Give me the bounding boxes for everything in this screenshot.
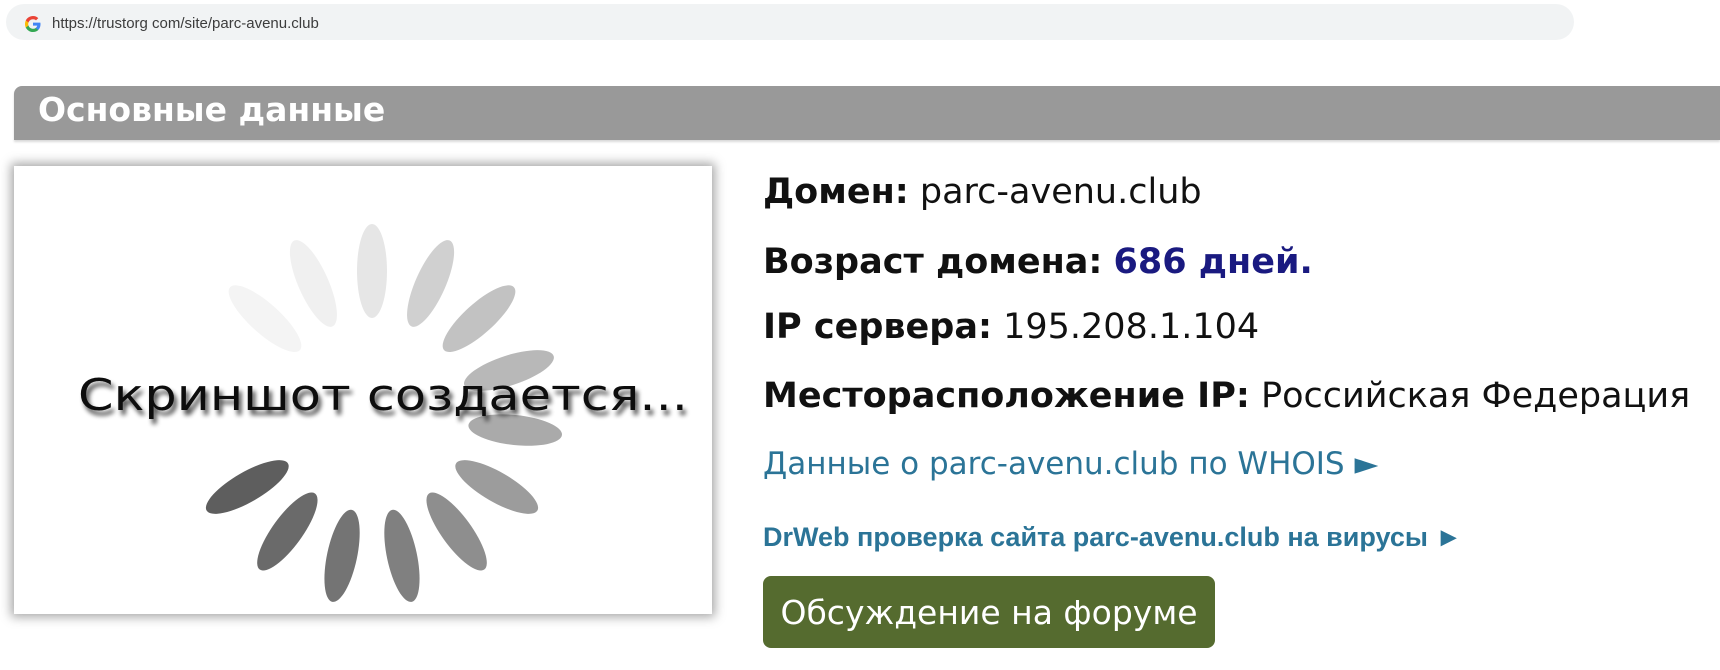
section-header: Основные данные: [14, 86, 1720, 140]
screenshot-caption: Скриншот создается...: [78, 370, 688, 421]
whois-link[interactable]: Данные о parc-avenu.club по WHOIS ►: [763, 446, 1378, 482]
domain-age-label: Возраст домена:: [763, 242, 1103, 282]
domain-line: Домен: parc-avenu.club: [763, 172, 1202, 212]
site-screenshot-placeholder: Скриншот создается...: [14, 166, 712, 614]
domain-age-value: 686 дней.: [1113, 242, 1313, 282]
domain-label: Домен:: [763, 172, 909, 212]
drweb-virus-check-link[interactable]: DrWeb проверка сайта parc-avenu.club на …: [763, 522, 1462, 553]
google-g-icon: [25, 16, 41, 32]
address-bar[interactable]: https://trustorg com/site/parc-avenu.clu…: [6, 4, 1574, 40]
server-ip-label: IP сервера:: [763, 307, 992, 347]
ip-location-value: Российская Федерация: [1260, 376, 1691, 416]
ip-location-line: Месторасположение IP: Российская Федерац…: [763, 376, 1690, 416]
domain-value: parc-avenu.club: [919, 172, 1202, 212]
section-title: Основные данные: [38, 90, 386, 129]
ip-location-label: Месторасположение IP:: [763, 376, 1250, 416]
forum-discussion-button[interactable]: Обсуждение на форуме: [763, 576, 1215, 648]
url-text[interactable]: https://trustorg com/site/parc-avenu.clu…: [52, 15, 319, 32]
loading-spinner-icon: Скриншот создается...: [78, 224, 688, 602]
server-ip-value: 195.208.1.104: [1003, 307, 1260, 347]
domain-age-line: Возраст домена: 686 дней.: [763, 242, 1313, 282]
server-ip-line: IP сервера: 195.208.1.104: [763, 307, 1259, 347]
